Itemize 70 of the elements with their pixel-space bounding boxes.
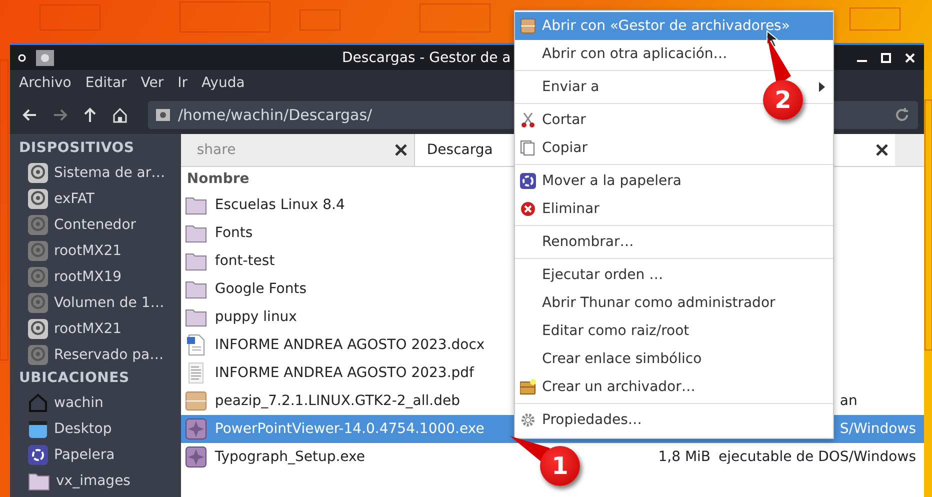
back-icon[interactable]	[22, 107, 38, 123]
menu-item[interactable]: Mover a la papelera	[515, 167, 833, 195]
reload-icon[interactable]	[894, 107, 910, 123]
delete-icon	[520, 201, 536, 217]
window-title: Descargas - Gestor de a	[342, 50, 511, 66]
close-icon[interactable]	[394, 143, 408, 157]
executable-icon	[184, 446, 207, 468]
menu-item[interactable]: Ir	[170, 75, 195, 91]
trash-icon	[28, 445, 48, 465]
location-path: /home/wachin/Descargas/	[178, 106, 372, 124]
window-menu-icon[interactable]	[18, 54, 26, 62]
file-name-cell[interactable]: Typograph_Setup.exe	[180, 443, 514, 471]
menu-item[interactable]: Propiedades…	[515, 406, 833, 434]
file-name-cell[interactable]: font-test	[180, 247, 514, 275]
mouse-cursor-icon	[766, 30, 778, 48]
submenu-arrow-icon	[819, 82, 825, 92]
menu-item[interactable]: Ver	[134, 75, 171, 91]
package-icon	[520, 379, 536, 395]
menu-item[interactable]: Abrir con otra aplicación…	[515, 40, 833, 68]
file-name-cell[interactable]: peazip_7.2.1.LINUX.GTK2-2_all.deb	[180, 387, 514, 415]
package-icon	[184, 390, 207, 412]
executable-icon	[184, 418, 207, 440]
file-name-cell[interactable]: INFORME ANDREA AGOSTO 2023.docx	[180, 331, 514, 359]
sidebar-item[interactable]: Sistema de ar…	[10, 160, 181, 186]
copy-icon	[520, 140, 536, 156]
file-name-cell[interactable]: puppy linux	[180, 303, 514, 331]
file-name-cell[interactable]: INFORME ANDREA AGOSTO 2023.pdf	[180, 359, 514, 387]
forward-icon[interactable]	[52, 107, 68, 123]
menu-item[interactable]: Crear un archivador…	[515, 373, 833, 401]
sidebar-item[interactable]: Contenedor	[10, 212, 181, 238]
home-icon	[28, 393, 48, 413]
menu-item[interactable]: Crear enlace simbólico	[515, 345, 833, 373]
sidebar-heading: DISPOSITIVOS	[18, 139, 136, 158]
file-type: ejecutable de DOS/Windows	[718, 449, 916, 465]
up-icon[interactable]	[82, 107, 98, 123]
menu-item[interactable]: Editar como raiz/root	[515, 317, 833, 345]
file-name-cell[interactable]: Fonts	[180, 219, 514, 247]
package-icon	[520, 18, 536, 34]
column-header[interactable]: Nombre	[186, 171, 250, 187]
sidebar-item[interactable]: Desktop	[10, 416, 181, 442]
file-type: S/Windows	[840, 421, 916, 437]
menu-item[interactable]: Copiar	[515, 134, 833, 162]
sidebar-item[interactable]: rootMX19	[10, 264, 181, 290]
document-icon	[184, 334, 207, 356]
maximize-icon[interactable]	[880, 52, 892, 64]
file-name-cell[interactable]: Escuelas Linux 8.4	[180, 191, 514, 219]
trash-icon	[520, 173, 536, 189]
file-name-cell[interactable]: Google Fonts	[180, 275, 514, 303]
menu-item[interactable]: Eliminar	[515, 195, 833, 223]
scissors-icon	[520, 112, 536, 128]
file-type: an	[840, 393, 858, 409]
sidebar-item[interactable]: rootMX21	[10, 316, 181, 342]
menu-item[interactable]: Archivo	[12, 75, 78, 91]
menu-item[interactable]: Ayuda	[194, 75, 252, 91]
sidebar-item[interactable]: Volumen de 1…	[10, 290, 181, 316]
menu-item[interactable]: Editar	[78, 75, 134, 91]
sidebar-item[interactable]: Reservado pa…	[10, 342, 181, 368]
menu-item[interactable]: Abrir Thunar como administrador	[515, 289, 833, 317]
menu-item[interactable]: Ejecutar orden …	[515, 261, 833, 289]
sidebar-item[interactable]: exFAT	[10, 186, 181, 212]
sidebar-item[interactable]: Papelera	[10, 442, 181, 468]
menu-item[interactable]: Renombrar…	[515, 228, 833, 256]
home-icon[interactable]	[112, 107, 128, 123]
sidebar-item[interactable]: vx_images	[10, 468, 181, 494]
settings-icon	[520, 412, 536, 428]
file-size: 1,8 MiB	[658, 449, 711, 465]
sidebar-item[interactable]: wachin	[10, 390, 181, 416]
close-icon[interactable]	[874, 143, 889, 157]
sidebar-heading: UBICACIONES	[18, 369, 130, 388]
sidebar-item[interactable]: rootMX21	[10, 238, 181, 264]
